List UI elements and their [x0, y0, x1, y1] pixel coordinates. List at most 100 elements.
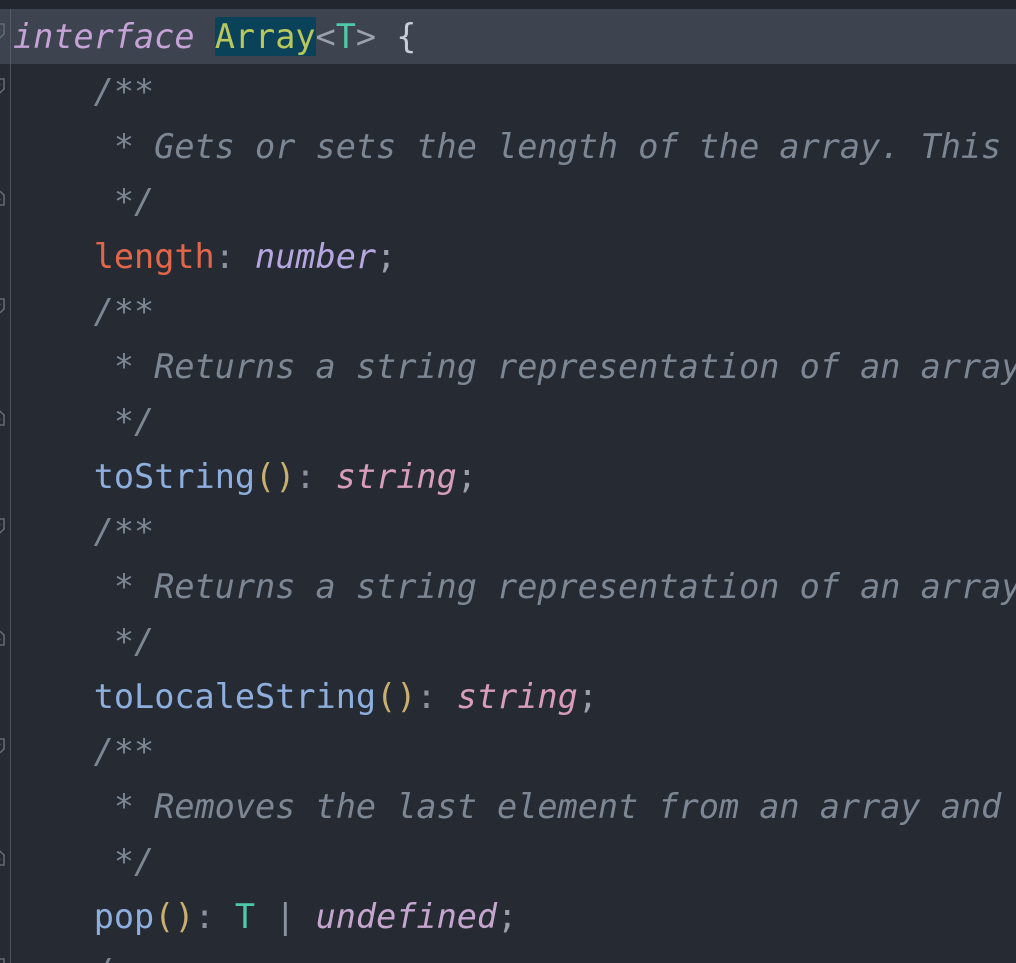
token-comment-jsdoc-body: * Removes the last element from an array…	[113, 787, 1002, 826]
editor-gutter-cell[interactable]	[0, 119, 10, 174]
gutter-separator	[10, 889, 11, 944]
token-type-parameter-t: T	[234, 897, 256, 936]
code-line-text[interactable]: * Removes the last element from an array…	[13, 779, 1016, 834]
token-type-string: string	[456, 677, 578, 716]
token-parens: ()	[376, 677, 417, 716]
editor-gutter-cell[interactable]	[0, 669, 10, 724]
gutter-separator	[10, 449, 11, 504]
line-tostring-declaration[interactable]: toString(): string;	[0, 449, 1016, 504]
line-jsdoc-close-3[interactable]: */	[0, 614, 1016, 669]
line-jsdoc-open-3[interactable]: /**	[0, 504, 1016, 559]
token-property-length: length	[93, 237, 215, 276]
token-comment-jsdoc-body: * Gets or sets the length of the array. …	[113, 127, 1002, 166]
code-line-text[interactable]: /**	[13, 64, 155, 119]
token-semicolon: ;	[497, 897, 518, 936]
code-content-area[interactable]: interface Array<T> { /** * Gets or sets …	[0, 9, 1016, 963]
code-line-text[interactable]: /	[13, 944, 114, 963]
token-comment-jsdoc-open-partial: /	[13, 952, 114, 963]
line-jsdoc-tostring-body[interactable]: * Returns a string representation of an …	[0, 339, 1016, 394]
editor-gutter-cell[interactable]	[0, 229, 10, 284]
token-colon: :	[194, 897, 215, 936]
token-angle-open: <	[315, 17, 336, 56]
line-jsdoc-close-4[interactable]: */	[0, 834, 1016, 889]
token-semicolon: ;	[577, 677, 598, 716]
fold-arrow-up-icon[interactable]	[0, 626, 10, 648]
line-jsdoc-open-5-partial[interactable]: /	[0, 944, 1016, 963]
token-colon: :	[214, 237, 235, 276]
gutter-separator	[10, 614, 11, 669]
gutter-separator	[10, 64, 11, 119]
token-keyword-interface: interface	[13, 17, 195, 56]
token-method-pop: pop	[93, 897, 155, 936]
line-jsdoc-pop-body[interactable]: * Removes the last element from an array…	[0, 779, 1016, 834]
line-pop-declaration[interactable]: pop(): T | undefined;	[0, 889, 1016, 944]
editor-gutter-cell[interactable]	[0, 889, 10, 944]
code-line-text[interactable]: /**	[13, 724, 155, 779]
token-angle-close: >	[355, 17, 377, 56]
line-interface-array[interactable]: interface Array<T> {	[0, 9, 1016, 64]
fold-arrow-down-icon[interactable]	[0, 956, 10, 963]
token-comment-jsdoc-open: /**	[13, 732, 155, 771]
gutter-separator	[10, 834, 11, 889]
code-line-text[interactable]: /**	[13, 284, 155, 339]
token-comment-jsdoc-close: */	[13, 842, 155, 881]
editor-gutter-cell[interactable]	[0, 449, 10, 504]
code-line-text[interactable]: * Returns a string representation of an …	[13, 559, 1016, 614]
gutter-separator	[10, 724, 11, 779]
code-line-text[interactable]: */	[13, 834, 154, 889]
fold-arrow-up-icon[interactable]	[0, 406, 10, 428]
fold-arrow-down-icon[interactable]	[0, 76, 10, 98]
token-type-parameter-t: T	[335, 17, 356, 56]
code-line-text[interactable]: /**	[13, 504, 155, 559]
line-jsdoc-length-body[interactable]: * Gets or sets the length of the array. …	[0, 119, 1016, 174]
line-jsdoc-open-1[interactable]: /**	[0, 64, 1016, 119]
code-line-text[interactable]: * Gets or sets the length of the array. …	[13, 119, 1016, 174]
gutter-separator	[10, 229, 11, 284]
line-jsdoc-close-1[interactable]: */	[0, 174, 1016, 229]
token-parens: ()	[255, 457, 296, 496]
gutter-separator	[10, 504, 11, 559]
fold-arrow-up-icon[interactable]	[0, 186, 10, 208]
line-jsdoc-tolocalestring-body[interactable]: * Returns a string representation of an …	[0, 559, 1016, 614]
editor-gutter-cell[interactable]	[0, 559, 10, 614]
line-jsdoc-open-4[interactable]: /**	[0, 724, 1016, 779]
fold-arrow-down-icon[interactable]	[0, 516, 10, 538]
line-jsdoc-open-2[interactable]: /**	[0, 284, 1016, 339]
code-line-text[interactable]: */	[13, 394, 154, 449]
token-method-tostring: toString	[93, 457, 256, 496]
line-jsdoc-close-2[interactable]: */	[0, 394, 1016, 449]
code-editor-window: interface Array<T> { /** * Gets or sets …	[0, 0, 1016, 963]
code-line-text[interactable]: toLocaleString(): string;	[13, 669, 598, 724]
code-line-text[interactable]: pop(): T | undefined;	[13, 889, 518, 944]
gutter-separator	[10, 9, 11, 64]
code-line-text[interactable]: toString(): string;	[13, 449, 477, 504]
token-colon: :	[416, 677, 437, 716]
editor-gutter-cell[interactable]	[0, 339, 10, 394]
token-semicolon: ;	[376, 237, 397, 276]
fold-arrow-down-icon[interactable]	[0, 736, 10, 758]
line-tolocalestring-declaration[interactable]: toLocaleString(): string;	[0, 669, 1016, 724]
fold-arrow-up-icon[interactable]	[0, 846, 10, 868]
line-length-declaration[interactable]: length: number;	[0, 229, 1016, 284]
editor-gutter-cell[interactable]	[0, 779, 10, 834]
code-line-text[interactable]: */	[13, 174, 154, 229]
fold-arrow-down-icon[interactable]	[0, 296, 10, 318]
code-line-text[interactable]: length: number;	[13, 229, 397, 284]
token-comment-jsdoc-close: */	[13, 182, 155, 221]
gutter-separator	[10, 559, 11, 614]
code-line-text[interactable]: * Returns a string representation of an …	[13, 339, 1016, 394]
fold-arrow-down-icon[interactable]	[0, 21, 10, 43]
code-line-text[interactable]: interface Array<T> {	[13, 9, 416, 64]
token-colon: :	[295, 457, 316, 496]
token-comment-jsdoc-open: /**	[13, 292, 155, 331]
gutter-separator	[10, 394, 11, 449]
code-line-text[interactable]: */	[13, 614, 154, 669]
